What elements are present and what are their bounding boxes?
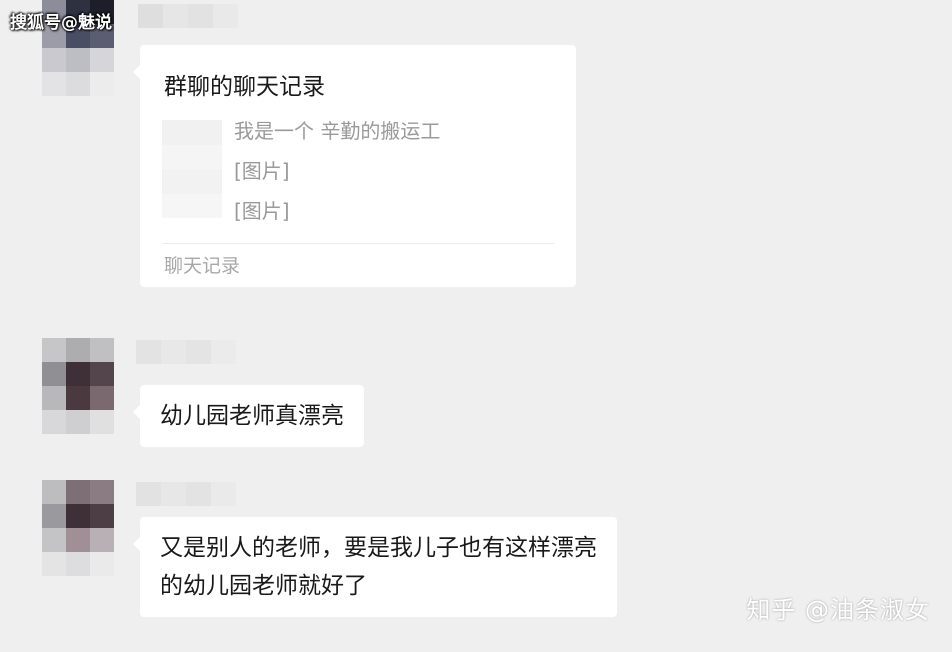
record-line: 我是一个 辛勤的搬运工 (234, 119, 441, 143)
chat-record-card[interactable]: 群聊的聊天记录 我是一个 辛勤的搬运工 [图片] [图片] 聊天记录 (133, 45, 576, 287)
avatar[interactable] (42, 338, 114, 434)
record-avatar-blurred (162, 120, 222, 218)
message-line: 的幼儿园老师就好了 (160, 573, 367, 599)
sender-name-blurred (136, 482, 236, 506)
message-bubble[interactable]: 幼儿园老师真漂亮 (133, 385, 364, 447)
sender-name-blurred (136, 340, 236, 364)
zhihu-watermark: 知乎 @油条淑女 (746, 596, 930, 624)
record-line: [图片] (234, 199, 290, 223)
avatar[interactable] (42, 480, 114, 576)
chat-record-footer: 聊天记录 (164, 255, 241, 277)
chat-record-title: 群聊的聊天记录 (164, 74, 325, 100)
record-line: [图片] (234, 159, 290, 183)
message-line: 又是别人的老师，要是我儿子也有这样漂亮 (160, 535, 597, 561)
message-text: 又是别人的老师，要是我儿子也有这样漂亮 的幼儿园老师就好了 (140, 517, 617, 617)
sohu-watermark: 搜狐号@魅说 (10, 13, 112, 33)
message-bubble[interactable]: 又是别人的老师，要是我儿子也有这样漂亮 的幼儿园老师就好了 (133, 517, 617, 617)
message-text: 幼儿园老师真漂亮 (160, 403, 344, 429)
divider (162, 243, 554, 244)
sender-name-blurred (138, 4, 238, 28)
